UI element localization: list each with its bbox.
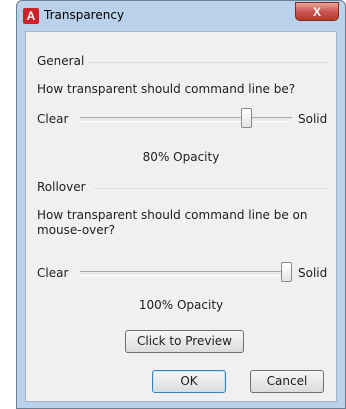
close-button[interactable]: X — [295, 2, 339, 21]
general-opacity-text: 80% Opacity — [142, 150, 220, 164]
rollover-slider-track[interactable] — [80, 271, 292, 276]
app-icon: A — [23, 8, 39, 24]
general-question: How transparent should command line be? — [37, 82, 296, 96]
window-title: Transparency — [44, 8, 125, 22]
general-solid-label: Solid — [298, 112, 328, 126]
title-bar: A Transparency X — [17, 1, 345, 31]
general-clear-label: Clear — [37, 112, 69, 126]
rollover-solid-label: Solid — [298, 266, 328, 280]
preview-button[interactable]: Click to Preview — [125, 330, 244, 353]
rollover-question: How transparent should command line be o… — [37, 208, 308, 237]
general-slider-track[interactable] — [80, 117, 292, 122]
cancel-button[interactable]: Cancel — [250, 370, 324, 393]
group-divider — [86, 62, 328, 63]
general-group-label: General — [37, 54, 89, 68]
rollover-opacity-text: 100% Opacity — [138, 298, 224, 312]
group-divider — [94, 188, 328, 189]
rollover-slider-thumb[interactable] — [281, 262, 292, 282]
dialog-body: General How transparent should command l… — [25, 31, 337, 402]
rollover-group-label: Rollover — [37, 180, 90, 194]
transparency-dialog: A Transparency X General How transparent… — [16, 0, 346, 409]
ok-button[interactable]: OK — [152, 370, 226, 393]
rollover-clear-label: Clear — [37, 266, 69, 280]
general-slider-thumb[interactable] — [240, 108, 252, 128]
